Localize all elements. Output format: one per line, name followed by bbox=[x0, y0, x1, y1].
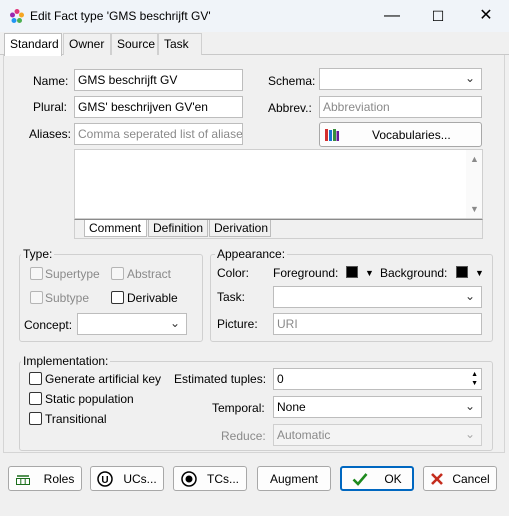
concept-select[interactable]: ⌄ bbox=[77, 313, 187, 335]
abbrev-label: Abbrev.: bbox=[268, 101, 312, 115]
tcs-button[interactable]: TCs... bbox=[173, 466, 247, 491]
picture-label: Picture: bbox=[217, 317, 258, 331]
constraint-icon bbox=[181, 470, 197, 487]
transitional-label: Transitional bbox=[45, 412, 107, 426]
estimated-tuples-label: Estimated tuples: bbox=[174, 372, 267, 386]
uniqueness-icon: U bbox=[97, 470, 114, 487]
aliases-input[interactable]: Comma seperated list of aliases bbox=[74, 123, 243, 145]
chevron-down-icon: ⌄ bbox=[169, 316, 180, 330]
roles-button[interactable]: Roles bbox=[8, 466, 82, 491]
temporal-label: Temporal: bbox=[212, 401, 265, 415]
subtype-label: Subtype bbox=[45, 291, 90, 305]
spin-icon[interactable]: ▲ ▼ bbox=[471, 370, 478, 388]
minimize-button[interactable]: — bbox=[369, 0, 415, 32]
cancel-button[interactable]: Cancel bbox=[423, 466, 497, 491]
transitional-checkbox[interactable] bbox=[29, 412, 42, 425]
color-label: Color: bbox=[217, 266, 250, 280]
temporal-select[interactable]: None ⌄ bbox=[273, 396, 482, 418]
picture-input[interactable]: URI bbox=[273, 313, 482, 335]
aliases-label: Aliases: bbox=[29, 127, 72, 141]
roles-icon bbox=[15, 474, 30, 485]
scroll-down-icon[interactable]: ▼ bbox=[470, 204, 479, 214]
task-select[interactable]: ⌄ bbox=[273, 286, 482, 308]
static-population-label: Static population bbox=[45, 392, 134, 406]
tab-source[interactable]: Source bbox=[111, 33, 158, 55]
maximize-button[interactable]: ☐ bbox=[415, 0, 461, 32]
background-color-swatch[interactable] bbox=[456, 266, 468, 278]
tab-derivation[interactable]: Derivation bbox=[209, 220, 271, 237]
reduce-select[interactable]: Automatic ⌄ bbox=[273, 424, 482, 446]
foreground-label: Foreground: bbox=[273, 266, 339, 280]
cancel-label: Cancel bbox=[452, 471, 490, 486]
ucs-label: UCs... bbox=[123, 471, 157, 486]
foreground-color-swatch[interactable] bbox=[346, 266, 358, 278]
cancel-x-icon bbox=[430, 472, 444, 486]
schema-select[interactable]: ⌄ bbox=[319, 68, 482, 90]
background-dropdown-icon[interactable]: ▼ bbox=[475, 268, 484, 278]
close-button[interactable]: ✕ bbox=[463, 0, 509, 32]
subtype-checkbox[interactable] bbox=[30, 291, 43, 304]
chevron-down-icon: ⌄ bbox=[464, 289, 475, 303]
background-label: Background: bbox=[380, 266, 448, 280]
ok-button[interactable]: OK bbox=[340, 466, 414, 491]
ok-label: OK bbox=[384, 471, 402, 486]
scroll-up-icon[interactable]: ▲ bbox=[470, 154, 479, 164]
plural-label: Plural: bbox=[33, 100, 68, 114]
abstract-checkbox[interactable] bbox=[111, 267, 124, 280]
augment-label: Augment bbox=[269, 471, 319, 486]
concept-label: Concept: bbox=[24, 318, 73, 332]
chevron-down-icon: ⌄ bbox=[464, 399, 475, 413]
supertype-label: Supertype bbox=[45, 267, 100, 281]
check-icon bbox=[352, 472, 368, 486]
task-label: Task: bbox=[217, 290, 246, 304]
app-icon bbox=[9, 8, 25, 24]
ucs-button[interactable]: U UCs... bbox=[90, 466, 164, 491]
chevron-down-icon: ⌄ bbox=[464, 71, 475, 85]
svg-text:U: U bbox=[102, 475, 109, 486]
generate-artificial-key-checkbox[interactable] bbox=[29, 372, 42, 385]
tab-definition[interactable]: Definition bbox=[148, 220, 208, 237]
static-population-checkbox[interactable] bbox=[29, 392, 42, 405]
implementation-group-title: Implementation: bbox=[21, 354, 111, 368]
tab-task[interactable]: Task bbox=[158, 33, 202, 55]
comment-memo[interactable] bbox=[74, 149, 483, 219]
type-group-title: Type: bbox=[21, 247, 55, 261]
abbrev-input[interactable]: Abbreviation bbox=[319, 96, 482, 118]
schema-label: Schema: bbox=[268, 74, 316, 88]
memo-scrollbar[interactable]: ▲ ▼ bbox=[466, 150, 482, 218]
tab-owner[interactable]: Owner bbox=[63, 33, 111, 55]
name-label: Name: bbox=[33, 74, 69, 88]
derivable-label: Derivable bbox=[127, 291, 178, 305]
supertype-checkbox[interactable] bbox=[30, 267, 43, 280]
roles-label: Roles bbox=[43, 471, 75, 486]
window-title: Edit Fact type 'GMS beschrijft GV' bbox=[30, 9, 211, 23]
derivable-checkbox[interactable] bbox=[111, 291, 124, 304]
generate-artificial-key-label: Generate artificial key bbox=[45, 372, 162, 386]
abstract-label: Abstract bbox=[127, 267, 172, 281]
appearance-group-title: Appearance: bbox=[215, 247, 288, 261]
reduce-value: Automatic bbox=[277, 428, 331, 442]
vocabularies-label: Vocabularies... bbox=[372, 127, 451, 142]
reduce-label: Reduce: bbox=[221, 429, 266, 443]
name-input[interactable]: GMS beschrijft GV bbox=[74, 69, 243, 91]
vocabularies-button[interactable]: Vocabularies... bbox=[319, 122, 482, 147]
tab-comment[interactable]: Comment bbox=[84, 220, 147, 237]
estimated-tuples-value: 0 bbox=[277, 372, 284, 386]
plural-input[interactable]: GMS' beschrijven GV'en bbox=[74, 96, 243, 118]
temporal-value: None bbox=[277, 400, 306, 414]
augment-button[interactable]: Augment bbox=[257, 466, 331, 491]
foreground-dropdown-icon[interactable]: ▼ bbox=[365, 268, 374, 278]
estimated-tuples-input[interactable]: 0 ▲ ▼ bbox=[273, 368, 482, 390]
tab-standard[interactable]: Standard bbox=[4, 33, 62, 56]
chevron-down-icon: ⌄ bbox=[464, 427, 475, 441]
books-icon bbox=[324, 128, 340, 142]
tcs-label: TCs... bbox=[207, 471, 239, 486]
